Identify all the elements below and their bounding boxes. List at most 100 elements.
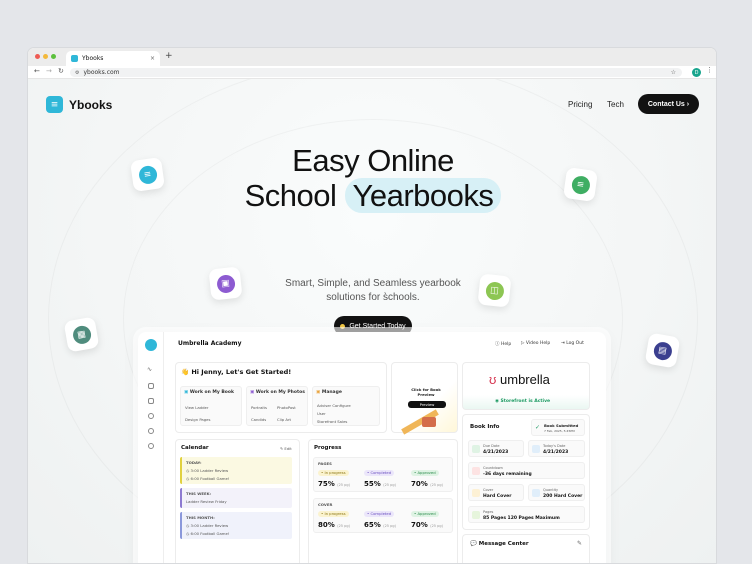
books-icon: ≡ <box>562 166 599 203</box>
work-on-photos-card[interactable]: ▣ Work on My Photos Portraits PhotoPost … <box>246 386 308 426</box>
users-icon[interactable] <box>148 413 154 419</box>
tab-close-icon[interactable]: × <box>150 55 155 62</box>
books-logo-icon: ≡ <box>46 96 63 113</box>
site-info-icon[interactable]: ⚙ <box>75 70 79 76</box>
preview-button[interactable]: Preview <box>408 401 446 408</box>
stack-icon <box>532 489 540 497</box>
browser-menu-icon[interactable]: ⋮ <box>706 66 713 74</box>
pages-field: Pages 85 Pages 120 Pages Maximum <box>468 506 585 523</box>
globe-icon[interactable] <box>148 428 154 434</box>
hero-subtitle-line2: solutions for s̀chools. <box>326 292 420 303</box>
minimize-window-dot[interactable] <box>43 54 48 59</box>
work-on-book-card[interactable]: ▣ Work on My Book View Ladder Design Pag… <box>180 386 242 426</box>
activity-icon[interactable]: ∿ <box>147 367 153 373</box>
bookmark-star-icon[interactable]: ☆ <box>671 69 676 76</box>
action-item[interactable]: User <box>317 411 326 416</box>
photo-icon[interactable] <box>148 398 154 404</box>
address-bar-row: ← → ↻ ⚙ ybooks.com ☆ D ⋮ <box>28 66 716 79</box>
message-center-label: Message Center <box>478 541 529 547</box>
get-started-label: Get Started Today <box>349 322 406 330</box>
status-badge: • Completed <box>364 511 395 517</box>
dashboard-sidebar: ∿ <box>138 332 164 563</box>
browser-tab[interactable]: Ybooks × <box>66 51 160 66</box>
video-help-link[interactable]: ▷ Video Help <box>521 341 550 346</box>
calendar-event-text: 6:00 Football Game! <box>190 476 230 481</box>
countdown-field: Countdown -36 days remaining <box>468 462 585 479</box>
help-link[interactable]: ⓘ Help <box>495 341 511 347</box>
video-help-label: Video Help <box>525 341 551 346</box>
book-open-icon: ◫ <box>477 273 512 308</box>
calendar-event-text: 3:00 Ladder Review <box>190 468 229 473</box>
hero-word-school: School <box>244 178 337 213</box>
new-tab-button[interactable]: + <box>165 51 173 61</box>
calendar-edit-button[interactable]: ✎ Edit <box>280 446 292 451</box>
action-item[interactable]: View Ladder <box>185 405 208 410</box>
nav-pricing[interactable]: Pricing <box>568 100 592 109</box>
cover-field: Cover Hard Cover <box>468 484 524 501</box>
calendar-event[interactable]: ◷ 6:00 Football Game! <box>186 476 229 481</box>
field-value: 4/21/2023 <box>543 450 569 455</box>
action-item[interactable]: Adviser Configure <box>317 403 351 408</box>
field-value: Hard Cover <box>483 494 512 499</box>
action-item[interactable]: Portraits <box>251 405 267 410</box>
message-center-card[interactable]: 💬 Message Center ✎ <box>462 534 590 563</box>
progress-value: 65% (25 pg) <box>364 521 396 529</box>
close-window-dot[interactable] <box>35 54 40 59</box>
action-item[interactable]: Design Pages <box>185 417 211 422</box>
status-text: In progress <box>324 470 346 475</box>
action-item[interactable]: Storefront Sales <box>317 419 347 424</box>
nav-tech[interactable]: Tech <box>607 100 624 109</box>
calendar-event-text: 3:00 Ladder Review <box>190 523 229 528</box>
message-center-title: 💬 Message Center <box>470 541 529 547</box>
logout-label: Log Out <box>566 341 584 346</box>
progress-section-label: PAGES <box>318 461 332 466</box>
calendar-group-label: TODAY: <box>186 460 202 465</box>
calendar-event-text: 6:00 Football Game! <box>190 531 230 536</box>
status-text: Approved <box>417 470 436 475</box>
logout-link[interactable]: ⇥ Log Out <box>561 341 584 346</box>
favicon-icon <box>71 55 78 62</box>
action-item[interactable]: PhotoPost <box>277 405 296 410</box>
reload-icon[interactable]: ↻ <box>58 67 64 75</box>
value-text: 80% <box>318 521 335 529</box>
calendar-this-week: THIS WEEK: Ladder Review Friday <box>180 488 292 508</box>
field-value: -36 days remaining <box>483 472 532 477</box>
yellow-dot-icon <box>340 323 346 329</box>
site-logo[interactable]: ≡ Ybooks <box>46 96 112 113</box>
compose-icon[interactable]: ✎ <box>577 540 582 547</box>
book-icon[interactable] <box>148 383 154 389</box>
forward-icon[interactable]: → <box>46 67 52 75</box>
progress-card: Progress PAGES • In progress • Completed… <box>308 439 458 563</box>
field-key: Due Date <box>483 444 500 448</box>
dashboard-preview: ∿ Umbrella Academy ⓘ Help ▷ Video Help ⇥… <box>138 332 606 563</box>
pages-icon <box>472 511 480 519</box>
action-title: ▣ Manage <box>316 390 342 395</box>
book-preview-card[interactable]: Click for Book Preview Preview <box>391 362 458 435</box>
manage-card[interactable]: ▣ Manage Adviser Configure User Storefro… <box>312 386 380 426</box>
progress-value: 55% (25 pg) <box>364 480 396 488</box>
action-item[interactable]: Clip Art <box>277 417 291 422</box>
todays-date-field: Today's Date 4/21/2023 <box>528 440 585 457</box>
action-item[interactable]: Candids <box>251 417 266 422</box>
profile-avatar[interactable]: D <box>692 68 701 77</box>
hero-subtitle-line1: Smart, Simple, and Seamless yearbook <box>285 278 461 289</box>
storefront-status: ◉ Storefront is Active <box>495 399 551 404</box>
calendar-event[interactable]: Ladder Review Friday <box>186 499 227 504</box>
action-title-text: Work on My Book <box>189 390 234 395</box>
contact-us-button[interactable]: Contact Us › <box>638 94 699 114</box>
browser-window: Ybooks × + ← → ↻ ⚙ ybooks.com ☆ D ⋮ ≡ Yb… <box>27 47 717 564</box>
calendar-event[interactable]: ◷ 3:00 Ladder Review <box>186 523 228 528</box>
progress-value: 80% (25 pg) <box>318 521 350 529</box>
back-icon[interactable]: ← <box>34 67 40 75</box>
calendar-event[interactable]: ◷ 3:00 Ladder Review <box>186 468 228 473</box>
org-name: Umbrella Academy <box>178 340 242 347</box>
url-field[interactable]: ⚙ ybooks.com ☆ <box>70 68 682 77</box>
maximize-window-dot[interactable] <box>51 54 56 59</box>
website: ≡ Ybooks Pricing Tech Contact Us › Easy … <box>28 79 716 563</box>
settings-icon[interactable] <box>148 443 154 449</box>
storefront-text: Storefront is Active <box>500 399 551 404</box>
calendar-event[interactable]: ◷ 6:00 Football Game! <box>186 531 229 536</box>
book-info-title: Book Info <box>470 424 500 430</box>
hero-highlight-yearbooks: Yearbooks <box>344 178 502 213</box>
field-key: Today's Date <box>543 444 566 448</box>
